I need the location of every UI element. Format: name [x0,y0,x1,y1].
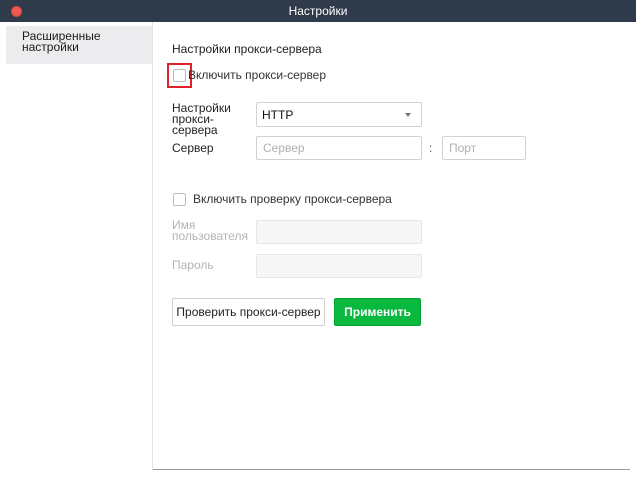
settings-sidebar: Расширенные настройки [6,22,153,470]
sidebar-item-label: Расширенные настройки [22,29,101,54]
username-label: Имя пользователя [172,218,248,243]
port-input[interactable] [442,136,526,160]
proxy-type-label: Настройки прокси-сервера [172,101,231,137]
proxy-type-select[interactable]: HTTP [256,102,422,127]
section-title: Настройки прокси-сервера [172,42,322,56]
apply-button[interactable]: Применить [334,298,421,326]
proxy-type-value: HTTP [262,107,294,122]
settings-window: Расширенные настройки Настройки прокси-с… [6,22,630,470]
window-title: Настройки [288,4,348,18]
username-input[interactable] [256,220,422,244]
enable-auth-label: Включить проверку прокси-сервера [193,192,392,206]
enable-proxy-label: Включить прокси-сервер [188,68,327,82]
window-titlebar: Настройки [0,0,636,22]
server-label: Сервер [172,141,214,155]
server-input[interactable] [256,136,422,160]
close-window-icon[interactable] [11,6,22,17]
proxy-settings-panel: Настройки прокси-сервера Включить прокси… [153,22,630,470]
test-proxy-button[interactable]: Проверить прокси-сервер [172,298,325,326]
password-input[interactable] [256,254,422,278]
enable-proxy-checkbox[interactable] [173,68,186,82]
password-label: Пароль [172,258,214,272]
port-separator: : [429,141,433,155]
enable-auth-checkbox[interactable] [173,192,186,206]
enable-proxy-row[interactable]: Включить прокси-сервер [173,68,326,82]
enable-auth-row[interactable]: Включить проверку прокси-сервера [173,192,392,206]
chevron-down-icon [405,113,411,117]
sidebar-item-advanced-settings[interactable]: Расширенные настройки [6,26,152,64]
